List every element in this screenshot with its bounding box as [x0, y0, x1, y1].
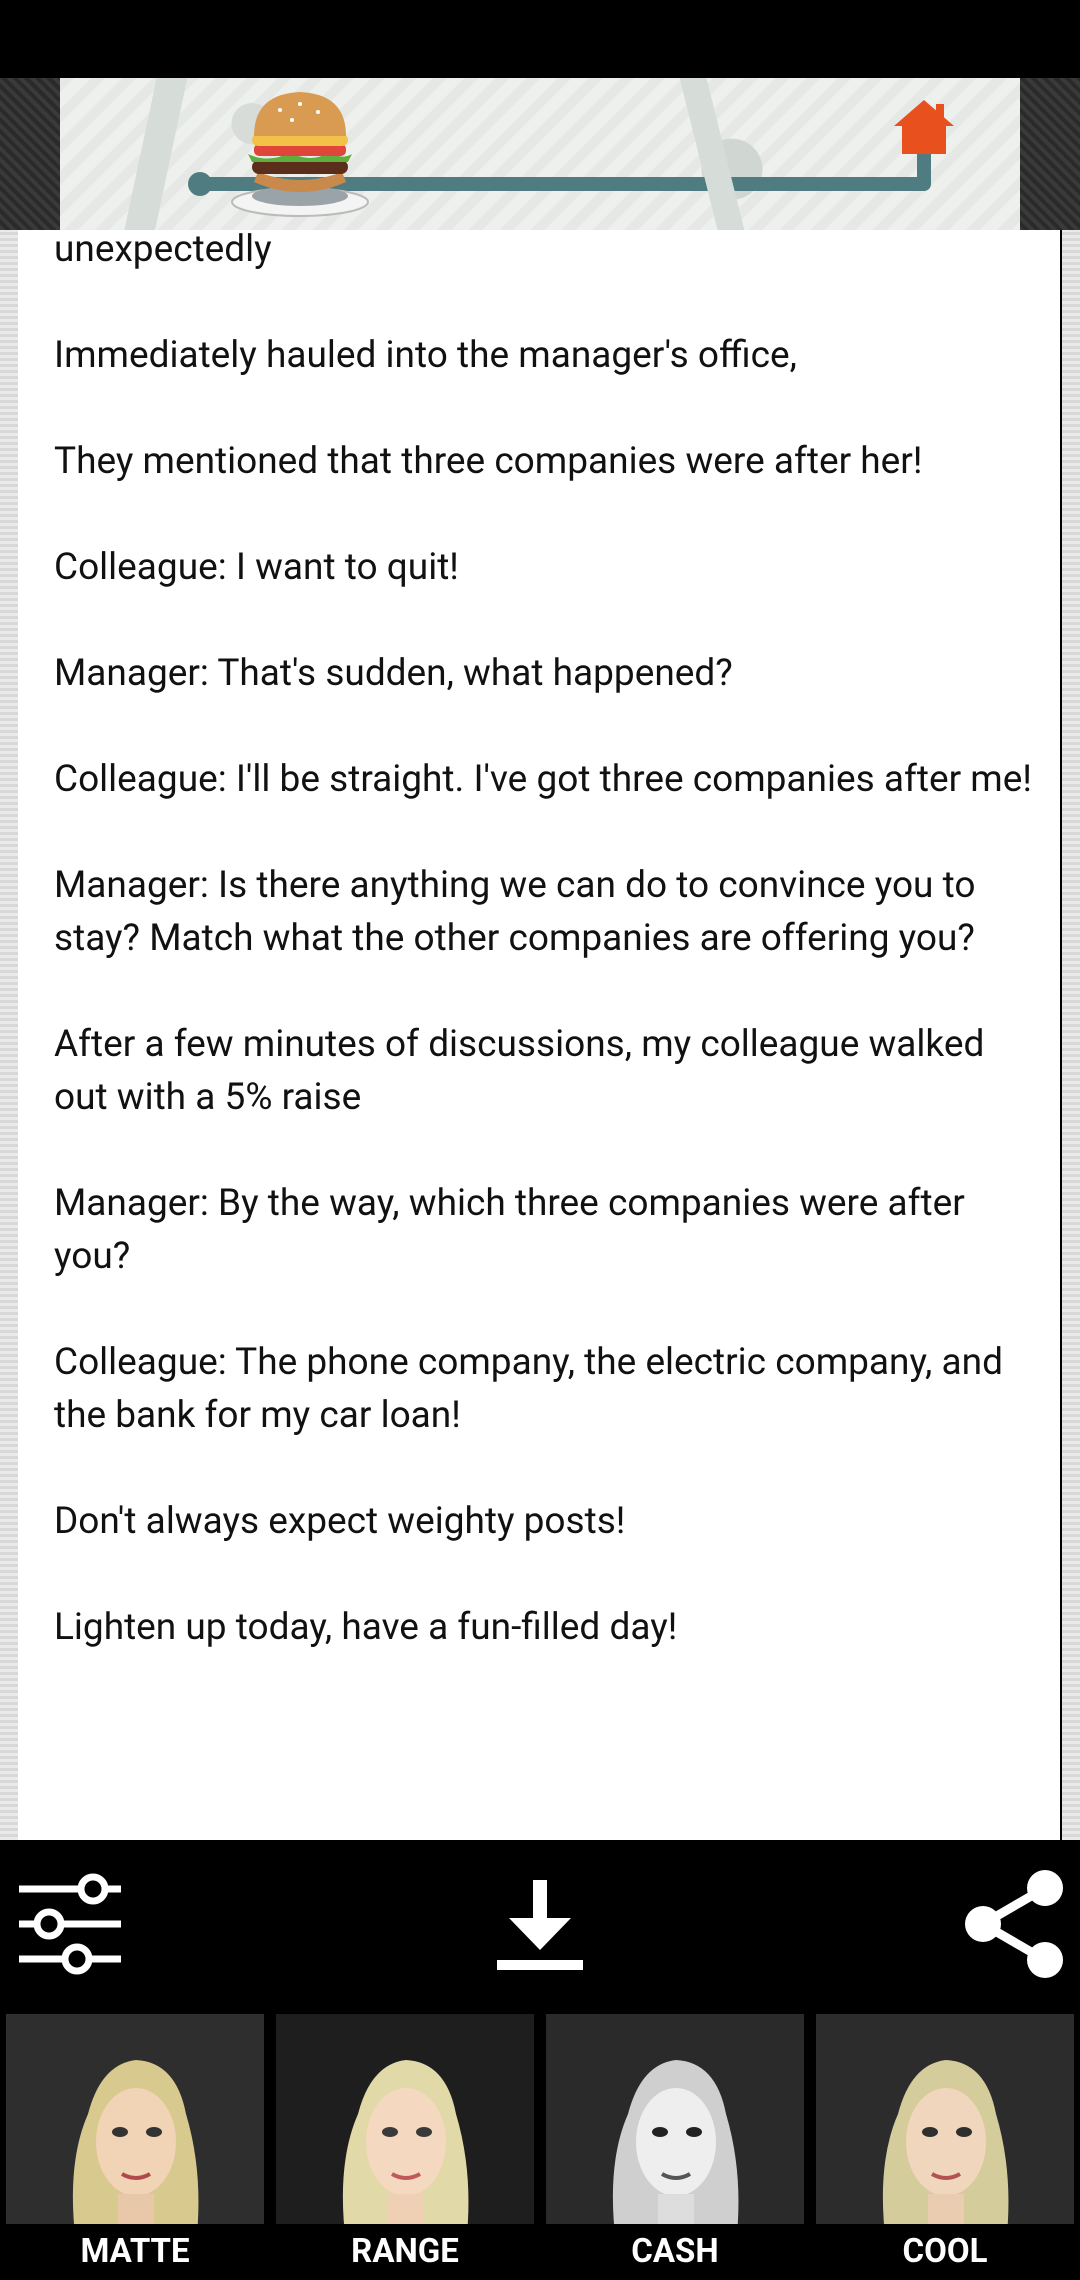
filter-label: CASH — [546, 2224, 804, 2280]
text-line: After a few minutes of discussions, my c… — [54, 1023, 985, 1119]
filter-strip: MATTE RANGE CASH COOL — [0, 2008, 1080, 2280]
filter-range[interactable]: RANGE — [276, 2014, 534, 2280]
text-line: Colleague: I'll be straight. I've got th… — [54, 758, 1032, 801]
text-line: Colleague: I want to quit! — [54, 546, 459, 589]
text-line: Lighten up today, have a fun-filled day! — [54, 1606, 678, 1649]
filter-cash[interactable]: CASH — [546, 2014, 804, 2280]
filter-label: MATTE — [6, 2224, 264, 2280]
text-line: unexpectedly — [54, 230, 272, 271]
post-text: unexpectedly Immediately hauled into the… — [54, 230, 1044, 1707]
text-line: Manager: Is there anything we can do to … — [54, 864, 976, 960]
portrait-thumbnail — [816, 2014, 1074, 2244]
home-icon — [894, 100, 954, 154]
page-edge-right — [1062, 230, 1080, 1840]
sliders-icon — [19, 1873, 121, 1975]
text-line: Manager: That's sudden, what happened? — [54, 652, 733, 695]
burger-icon — [231, 92, 369, 217]
text-line: They mentioned that three companies were… — [54, 440, 923, 483]
text-line: Colleague: The phone company, the electr… — [54, 1341, 1003, 1437]
filter-cool[interactable]: COOL — [816, 2014, 1074, 2280]
bottom-toolbar — [0, 1840, 1080, 2008]
text-line: Don't always expect weighty posts! — [54, 1500, 626, 1543]
text-line: Immediately hauled into the manager's of… — [54, 334, 797, 377]
post-content[interactable]: unexpectedly Immediately hauled into the… — [18, 230, 1060, 1840]
portrait-thumbnail — [276, 2014, 534, 2244]
share-button[interactable] — [950, 1840, 1080, 2008]
status-bar — [0, 0, 1080, 78]
ad-banner[interactable] — [0, 78, 1080, 230]
route-start-dot — [188, 172, 212, 196]
text-line: Manager: By the way, which three compani… — [54, 1182, 965, 1278]
adjust-button[interactable] — [0, 1840, 140, 2008]
portrait-thumbnail — [6, 2014, 264, 2244]
share-icon — [965, 1870, 1063, 1978]
filter-label: RANGE — [276, 2224, 534, 2280]
filter-label: COOL — [816, 2224, 1074, 2280]
download-icon — [497, 1880, 583, 1970]
portrait-thumbnail — [546, 2014, 804, 2244]
map-background — [60, 78, 1020, 230]
filter-matte[interactable]: MATTE — [6, 2014, 264, 2280]
download-button[interactable] — [470, 1840, 610, 2008]
page-edge-left — [0, 230, 18, 1840]
